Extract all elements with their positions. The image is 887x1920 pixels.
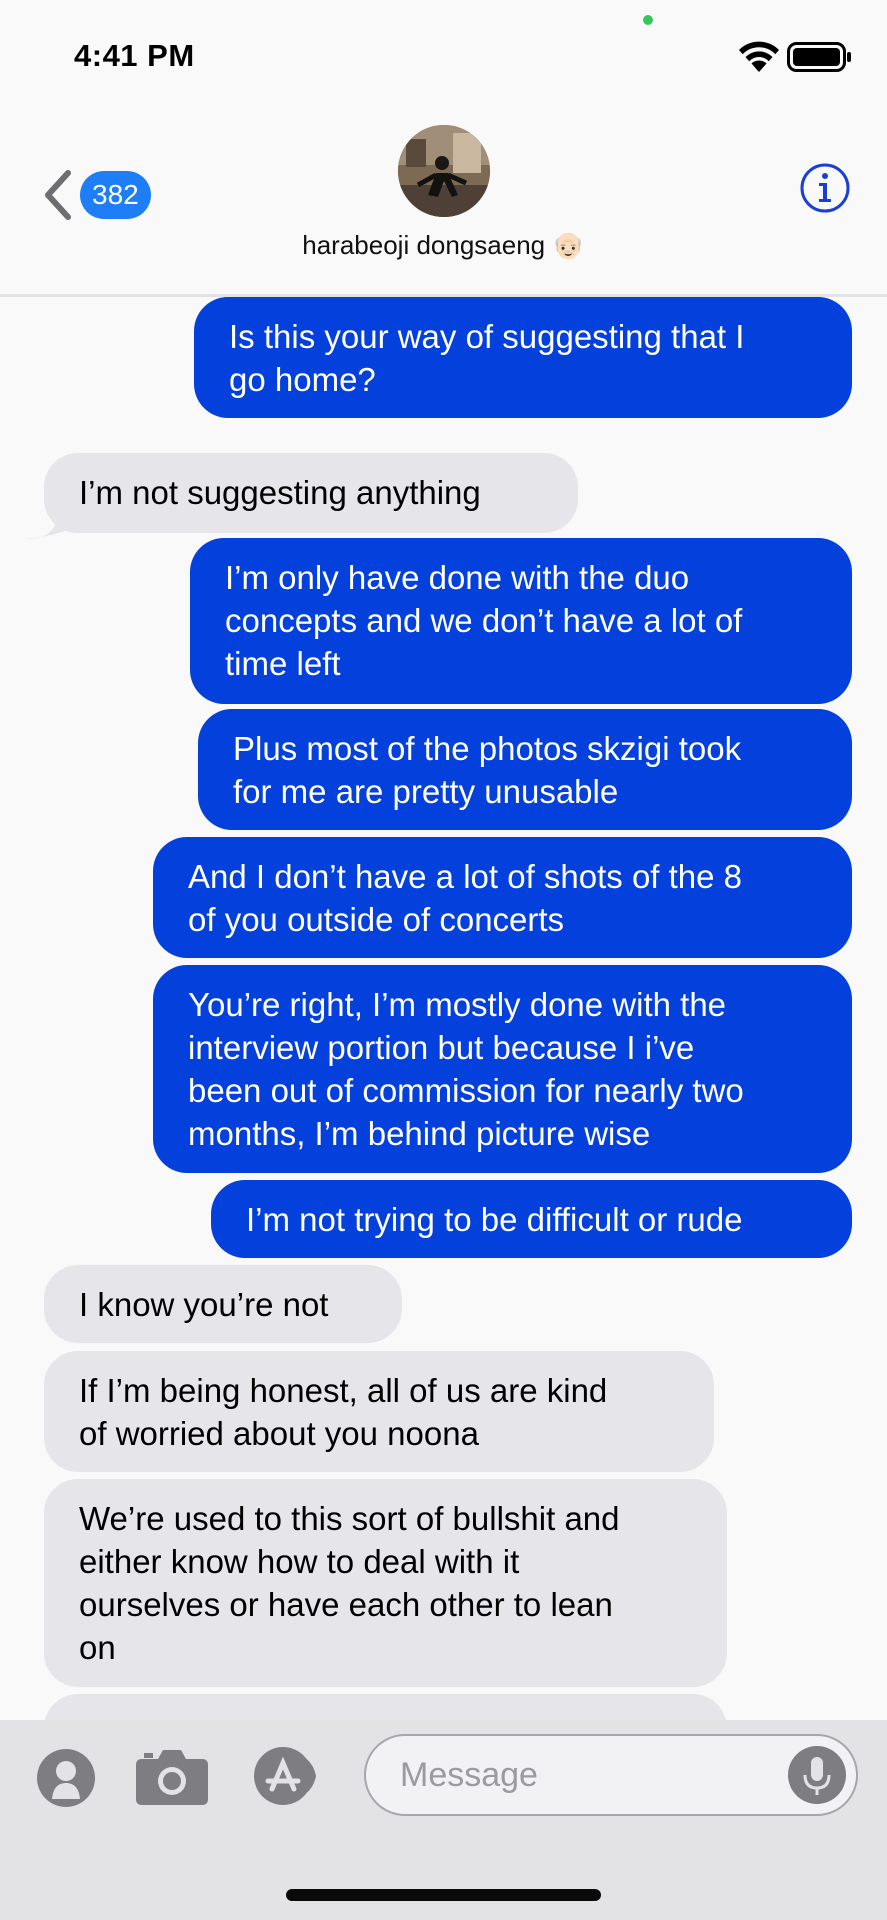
- message-bubble-sent[interactable]: I’m only have done with the duo concepts…: [190, 538, 852, 704]
- status-time: 4:41 PM: [74, 38, 195, 73]
- message-bubble-sent[interactable]: Is this your way of suggesting that I go…: [194, 297, 852, 418]
- message-bubble-sent[interactable]: Plus most of the photos skzigi took for …: [198, 709, 852, 830]
- app-store-icon[interactable]: [252, 1745, 332, 1807]
- avatar[interactable]: [398, 125, 490, 217]
- conversation-header: 382 harabeoji dongsaeng 👴🏻: [0, 110, 887, 295]
- bubble-tail-icon: [24, 507, 72, 539]
- memoji-icon[interactable]: [35, 1747, 97, 1809]
- message-bubble-received[interactable]: I know you’re not: [44, 1265, 402, 1343]
- contact-photo-icon: [398, 125, 490, 217]
- messages-screen: 4:41 PM 382 harabeoji dongsaeng 👴🏻 Is th…: [0, 0, 887, 1920]
- status-bar: 4:41 PM: [0, 0, 887, 110]
- battery-icon: [787, 42, 851, 72]
- microphone-button[interactable]: [788, 1746, 846, 1804]
- message-placeholder: Message: [400, 1756, 538, 1794]
- message-bubble-received[interactable]: I’m not suggesting anything: [44, 453, 578, 533]
- chevron-left-icon: [45, 170, 71, 220]
- unread-count-badge: 382: [80, 171, 151, 219]
- contact-name[interactable]: harabeoji dongsaeng 👴🏻: [0, 230, 887, 261]
- wifi-icon: [739, 41, 779, 72]
- message-bubble-received[interactable]: We’re used to this sort of bullshit and …: [44, 1479, 727, 1687]
- message-bubble-sent[interactable]: And I don’t have a lot of shots of the 8…: [153, 837, 852, 958]
- home-indicator[interactable]: [286, 1889, 601, 1901]
- camera-icon[interactable]: [134, 1745, 210, 1807]
- camera-indicator-dot: [643, 15, 653, 25]
- message-bubble-sent[interactable]: You’re right, I’m mostly done with the i…: [153, 965, 852, 1173]
- message-bubble-received[interactable]: [44, 1694, 727, 1720]
- message-bubble-received[interactable]: If I’m being honest, all of us are kind …: [44, 1351, 714, 1472]
- info-icon[interactable]: [799, 162, 851, 214]
- microphone-icon: [803, 1757, 831, 1795]
- message-list[interactable]: Is this your way of suggesting that I go…: [0, 297, 887, 1720]
- message-bubble-sent[interactable]: I’m not trying to be difficult or rude: [211, 1180, 852, 1258]
- message-input[interactable]: Message: [364, 1734, 858, 1816]
- back-button[interactable]: 382: [38, 160, 158, 230]
